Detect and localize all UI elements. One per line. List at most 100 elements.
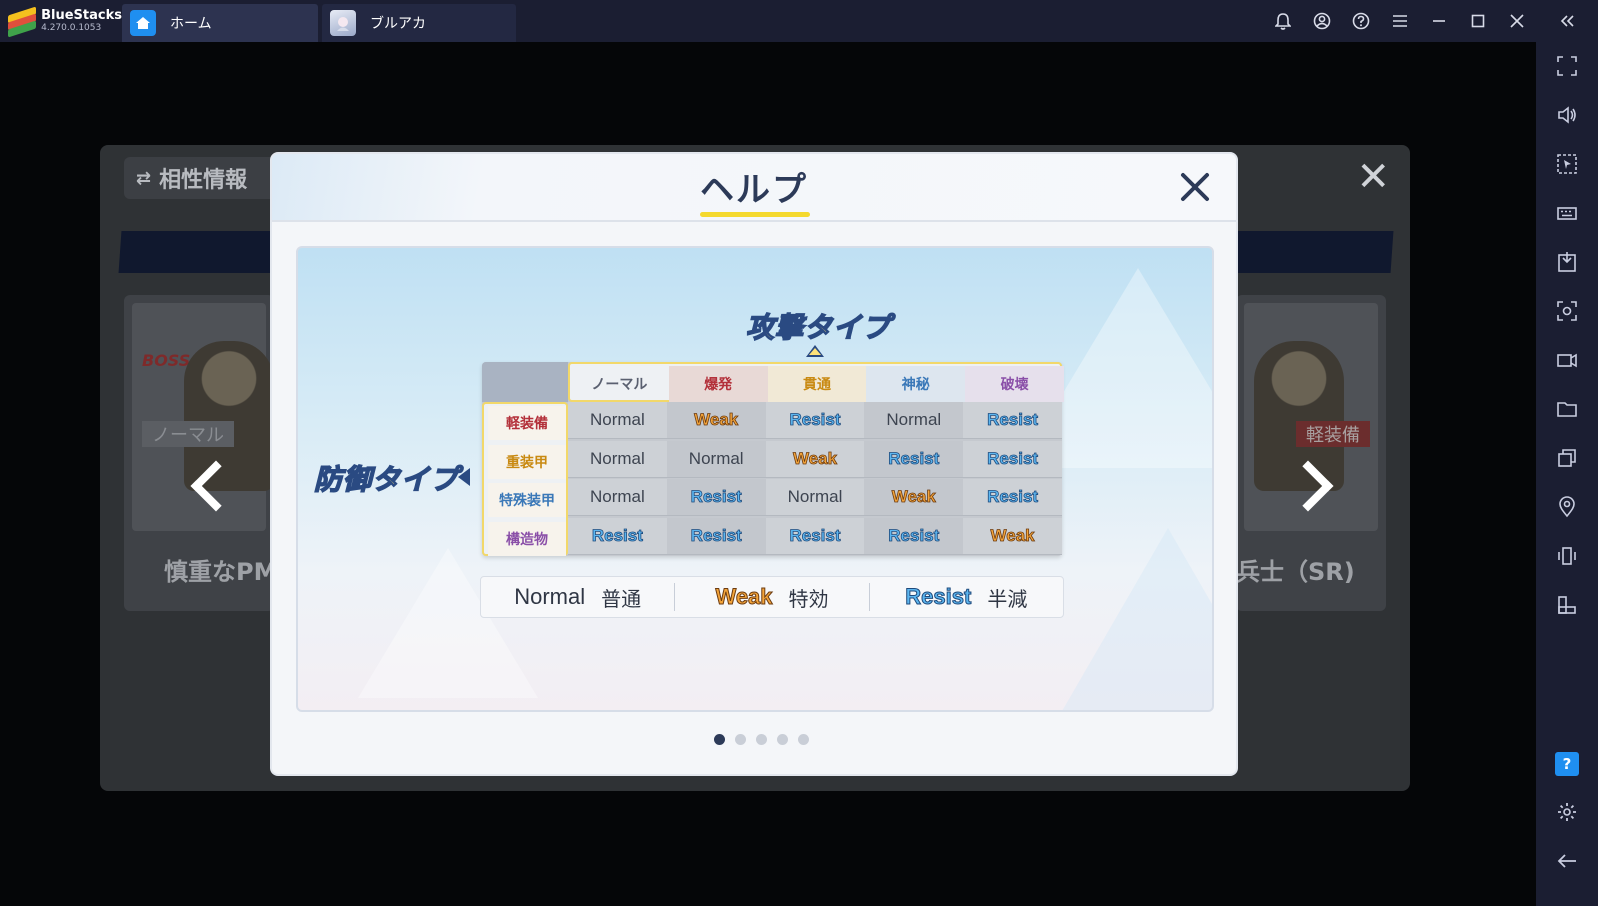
matrix-cell: Normal bbox=[765, 479, 865, 516]
matrix-cell: Resist bbox=[864, 440, 964, 478]
video-record-icon[interactable] bbox=[1551, 344, 1583, 376]
matrix-cell: Normal bbox=[568, 440, 667, 478]
attack-type-4: 神秘 bbox=[866, 366, 966, 402]
location-icon[interactable] bbox=[1551, 491, 1583, 523]
game-viewport: ⇄ 相性情報 ✕ BOSS ノーマル 慎重なPM( 軽装備 兵士（SR) ヘルプ… bbox=[0, 42, 1536, 906]
legend-meaning-normal: 普通 bbox=[601, 586, 642, 611]
bell-icon[interactable] bbox=[1263, 0, 1302, 42]
legend-term-resist: Resist bbox=[905, 584, 972, 610]
volume-icon[interactable] bbox=[1551, 99, 1583, 131]
matrix-cell: Normal bbox=[568, 479, 667, 516]
matrix-corner bbox=[482, 362, 568, 402]
defense-type-1: 軽装備 bbox=[488, 406, 566, 440]
legend-meaning-resist: 半減 bbox=[987, 586, 1028, 611]
dialog-header: ヘルプ bbox=[272, 154, 1236, 222]
matrix-cell: Weak bbox=[963, 517, 1062, 555]
menu-icon[interactable] bbox=[1380, 0, 1419, 42]
defense-type-2: 重装甲 bbox=[488, 444, 566, 479]
attack-type-1: ノーマル bbox=[591, 377, 648, 393]
attack-type-label: 攻撃タイプ bbox=[745, 310, 892, 345]
account-icon[interactable] bbox=[1302, 0, 1341, 42]
fullscreen-icon[interactable] bbox=[1551, 50, 1583, 82]
close-window-icon[interactable] bbox=[1497, 0, 1536, 42]
bluestacks-window: BlueStacks 4.270.0.1053 ホーム ブルアカ ? ⇄ 相性情… bbox=[0, 0, 1598, 906]
matrix-cell: Weak bbox=[864, 479, 964, 516]
home-icon bbox=[130, 10, 156, 36]
title-underline bbox=[700, 212, 810, 217]
enemy-name-left: 慎重なPM( bbox=[164, 558, 289, 586]
defense-type-4: 構造物 bbox=[488, 521, 566, 556]
page-dot[interactable] bbox=[756, 734, 767, 745]
tab-game-label: ブルアカ bbox=[370, 16, 426, 32]
minimize-icon[interactable] bbox=[1419, 0, 1458, 42]
page-indicator bbox=[714, 734, 809, 745]
swap-icon: ⇄ bbox=[136, 167, 152, 189]
tab-home[interactable]: ホーム bbox=[122, 4, 318, 42]
tab-game[interactable]: ブルアカ bbox=[322, 4, 516, 42]
back-arrow-icon[interactable] bbox=[1551, 845, 1583, 877]
settings-gear-icon[interactable] bbox=[1551, 796, 1583, 828]
matrix-cell: Resist bbox=[963, 479, 1062, 516]
legend-normal: Normal 普通 bbox=[481, 583, 674, 612]
matrix-cell: Weak bbox=[666, 402, 766, 439]
legend-term-normal: Normal bbox=[514, 584, 586, 609]
screenshot-icon[interactable] bbox=[1551, 295, 1583, 327]
rotate-icon[interactable] bbox=[1551, 589, 1583, 621]
page-dot[interactable] bbox=[777, 734, 788, 745]
defense-type-header-column: 軽装備重装甲特殊装甲構造物 bbox=[482, 402, 568, 556]
matrix-cell: Resist bbox=[765, 517, 865, 555]
attack-type-5: 破壊 bbox=[965, 366, 1064, 402]
next-page-arrow[interactable] bbox=[1290, 456, 1330, 516]
help-icon[interactable] bbox=[1341, 0, 1380, 42]
maximize-icon[interactable] bbox=[1458, 0, 1497, 42]
attack-type-badge: ノーマル bbox=[142, 421, 234, 447]
help-content-panel: 攻撃タイプ 防御タイプ ノーマル 爆発 貫通 神秘 破壊 軽装備 重装甲 特殊装甲 構造物 N… bbox=[296, 246, 1214, 712]
panel-close-icon[interactable]: ✕ bbox=[1356, 155, 1390, 199]
matrix-cell: Resist bbox=[765, 402, 865, 439]
attack-type-2: 爆発 bbox=[668, 366, 768, 402]
matrix-cell: Resist bbox=[963, 440, 1062, 478]
page-dot[interactable] bbox=[735, 734, 746, 745]
shake-icon[interactable] bbox=[1551, 540, 1583, 572]
bluestacks-brand: BlueStacks 4.270.0.1053 bbox=[0, 0, 122, 42]
matrix-cell: Resist bbox=[864, 517, 964, 555]
help-question-icon[interactable]: ? bbox=[1555, 752, 1579, 776]
enemy-card-left[interactable]: BOSS ノーマル 慎重なPM( bbox=[124, 295, 288, 611]
affinity-matrix: ノーマル 爆発 貫通 神秘 破壊 軽装備 重装甲 特殊装甲 構造物 Normal Weak Res… bbox=[482, 362, 1064, 556]
collapse-sidebar-icon[interactable] bbox=[1536, 0, 1598, 42]
legend-meaning-weak: 特効 bbox=[788, 586, 829, 611]
bluestacks-logo-icon bbox=[8, 6, 36, 38]
defense-arrow-icon bbox=[458, 468, 470, 486]
right-sidebar: ? bbox=[1536, 42, 1598, 906]
matrix-cell: Resist bbox=[666, 479, 766, 516]
help-dialog: ヘルプ 攻撃タイプ 防御タイプ ノーマル 爆発 貫通 神秘 破壊 軽装備 重装甲 特殊装甲構… bbox=[272, 154, 1236, 774]
matrix-cell: Normal bbox=[666, 440, 766, 478]
boss-tag: BOSS bbox=[142, 351, 191, 370]
legend-weak: Weak 特効 bbox=[675, 583, 868, 612]
page-dot[interactable] bbox=[798, 734, 809, 745]
pointer-select-icon[interactable] bbox=[1551, 148, 1583, 180]
app-version: 4.270.0.1053 bbox=[41, 23, 102, 33]
multi-instance-icon[interactable] bbox=[1551, 442, 1583, 474]
matrix-cell: Normal bbox=[568, 402, 667, 439]
dialog-close-button[interactable] bbox=[1172, 164, 1218, 210]
folder-icon[interactable] bbox=[1551, 393, 1583, 425]
defense-type-3: 特殊装甲 bbox=[488, 483, 566, 517]
legend-term-weak: Weak bbox=[715, 584, 773, 610]
title-bar: BlueStacks 4.270.0.1053 ホーム ブルアカ bbox=[0, 0, 1598, 42]
apk-install-icon[interactable] bbox=[1551, 246, 1583, 278]
matrix-cell: Resist bbox=[568, 517, 667, 555]
matrix-cell: Weak bbox=[765, 440, 865, 478]
legend-resist: Resist 半減 bbox=[870, 583, 1063, 612]
tab-home-label: ホーム bbox=[170, 16, 212, 32]
matrix-cell: Resist bbox=[666, 517, 766, 555]
enemy-card-right[interactable]: 軽装備 兵士（SR) bbox=[1236, 295, 1386, 611]
game-app-icon bbox=[330, 10, 356, 36]
attack-type-header-row: ノーマル 爆発 貫通 神秘 破壊 bbox=[568, 362, 1064, 402]
prev-page-arrow[interactable] bbox=[186, 456, 226, 516]
enemy-name-right: 兵士（SR) bbox=[1236, 558, 1355, 586]
keyboard-icon[interactable] bbox=[1551, 197, 1583, 229]
legend-bar: Normal 普通 Weak 特効 Resist 半減 bbox=[480, 576, 1064, 618]
page-dot[interactable] bbox=[714, 734, 725, 745]
defense-type-label: 防御タイプ bbox=[313, 462, 460, 497]
